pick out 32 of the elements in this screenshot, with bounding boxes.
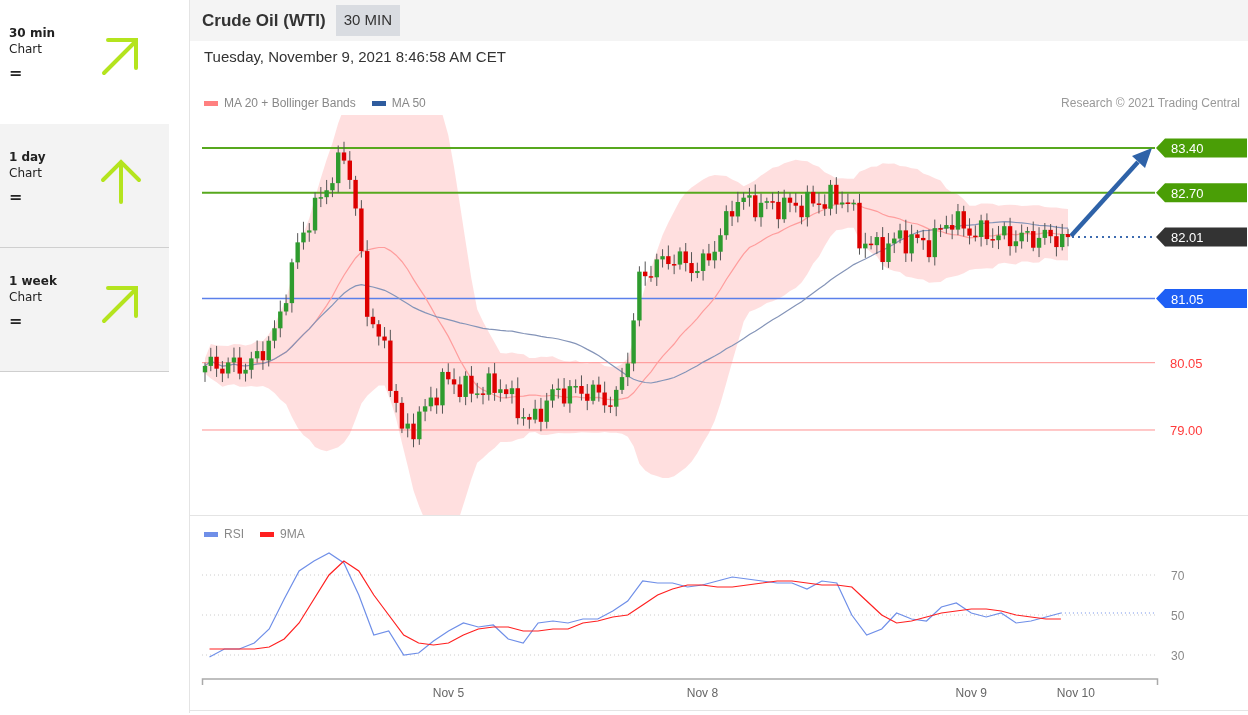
timestamp: Tuesday, November 9, 2021 8:46:58 AM CET [204,46,506,67]
item-subtitle: Chart [9,164,43,181]
x-tick-label: Nov 10 [1056,686,1095,700]
timeframe-item[interactable]: 1 week Chart = [0,248,169,372]
item-title: 30 min [9,25,56,41]
equal-sign: = [9,188,24,205]
item-title: 1 day [9,148,46,165]
item-subtitle: Chart [9,41,43,57]
instrument-title: Crude Oil (WTI) [202,9,326,32]
price-level-label: 79.00 [1170,423,1203,438]
equal-sign: = [9,312,24,329]
price-tag: 83.40 [1156,138,1247,158]
x-tick-label: Nov 9 [955,686,987,700]
price-tag: 82.70 [1156,183,1247,203]
legend-label: RSI [224,526,244,543]
equal-sign: = [9,65,24,81]
x-tick-label: Nov 8 [686,686,719,700]
y-tick-label: 30 [1171,649,1185,663]
timeframe-item[interactable]: 1 day Chart = [0,124,169,248]
legend-label: 9MA [280,526,305,543]
price-tag: 81.05 [1156,289,1247,309]
y-tick-label: 70 [1171,569,1185,583]
copyright-text: Research © 2021 Trading Central [1061,95,1240,112]
x-tick-label: Nov 5 [432,686,465,700]
price-level-label: 80.05 [1170,355,1203,371]
legend-label: MA 50 [391,95,426,112]
timeframe-badge: 30 MIN [335,5,401,36]
price-tag: 82.01 [1156,227,1247,247]
item-subtitle: Chart [9,288,43,305]
legend-label: MA 20 + Bollinger Bands [224,95,356,112]
y-tick-label: 50 [1171,609,1185,623]
item-title: 1 week [9,272,57,289]
